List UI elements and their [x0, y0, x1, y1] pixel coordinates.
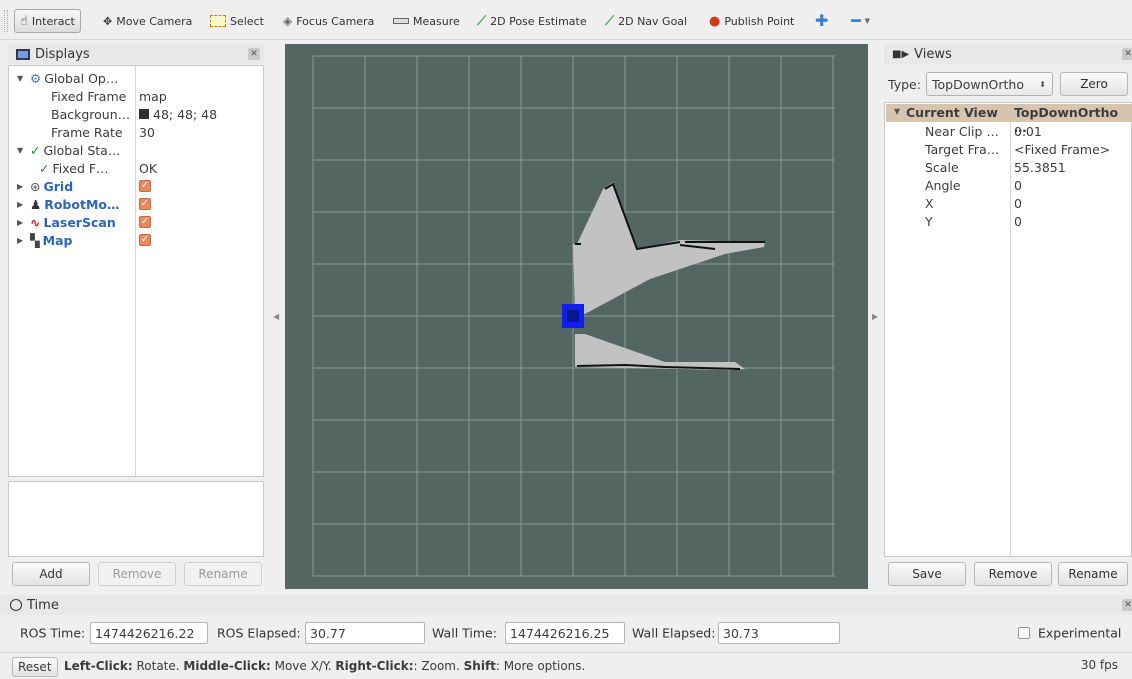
ros-elapsed-field[interactable]: 30.77 [305, 622, 425, 644]
laserscan-icon: ∿ [30, 214, 41, 230]
ruler-icon [393, 18, 409, 24]
spinner-arrows-icon: ⬍ [1039, 79, 1046, 89]
collapse-arrow-icon[interactable]: ▶ [17, 200, 27, 209]
minus-icon: ━ [851, 11, 861, 30]
experimental-checkbox[interactable] [1018, 627, 1030, 639]
time-panel-title: Time [0, 595, 1132, 615]
red-pin-icon: ● [709, 13, 721, 29]
displays-panel-title: Displays [8, 44, 264, 64]
displays-tree: ▼ ⚙ Global Op… Fixed Frame map Backgroun… [8, 65, 264, 477]
remove-display-button[interactable]: Remove [98, 562, 176, 586]
time-close-icon[interactable]: ✕ [1122, 599, 1132, 611]
remove-tool-button[interactable]: ━ ▼ [846, 9, 875, 33]
status-bar: Reset Left-Click: Rotate. Middle-Click: … [0, 652, 1132, 679]
monitor-icon [16, 48, 30, 60]
camera-icon: ■▶ [892, 48, 910, 60]
toolbar-grip[interactable] [4, 10, 8, 32]
grid-enabled-checkbox[interactable]: ✓ [139, 180, 151, 192]
laserscan-enabled-checkbox[interactable]: ✓ [139, 216, 151, 228]
experimental-label: Experimental [1038, 625, 1122, 641]
green-arrow-icon: ⟋ [605, 13, 615, 29]
robotmodel-enabled-checkbox[interactable]: ✓ [139, 198, 151, 210]
expand-arrow-icon[interactable]: ▼ [17, 146, 27, 155]
collapse-arrow-icon[interactable]: ▶ [17, 236, 27, 245]
add-tool-button[interactable]: ✚ [810, 9, 833, 33]
robot-model [562, 304, 584, 328]
3d-viewport[interactable] [285, 44, 868, 589]
focus-camera-icon: ◈ [283, 14, 293, 28]
views-close-icon[interactable]: ✕ [1122, 48, 1132, 60]
save-view-button[interactable]: Save [888, 562, 966, 586]
2d-nav-goal-tool-button[interactable]: ⟋ 2D Nav Goal [600, 9, 692, 33]
grid-icon: ⊛ [30, 178, 41, 194]
interact-tool-button[interactable]: ☝ Interact [14, 9, 81, 33]
wall-time-label: Wall Time: [432, 625, 497, 641]
zero-button[interactable]: Zero [1060, 72, 1128, 96]
reset-button[interactable]: Reset [12, 657, 58, 677]
checkmark-icon: ✓ [39, 160, 50, 176]
color-swatch [139, 109, 149, 119]
focus-camera-tool-button[interactable]: ◈ Focus Camera [278, 9, 379, 33]
left-splitter-arrow-icon[interactable]: ◀ [273, 312, 279, 321]
wall-elapsed-field[interactable]: 30.73 [718, 622, 840, 644]
2d-pose-estimate-tool-button[interactable]: ⟋ 2D Pose Estimate [472, 9, 592, 33]
views-panel-title: ■▶ Views [884, 44, 1132, 64]
wall-elapsed-label: Wall Elapsed: [632, 625, 716, 641]
dropdown-arrow-icon: ▼ [864, 16, 871, 25]
collapse-arrow-icon[interactable]: ▶ [17, 218, 27, 227]
expand-arrow-icon[interactable]: ▼ [894, 107, 900, 116]
views-tree: ▼ Current View TopDownOrtho … Near Clip … [884, 102, 1132, 557]
select-icon [210, 15, 226, 27]
display-description-box [8, 481, 264, 557]
displays-close-icon[interactable]: ✕ [248, 48, 260, 60]
robot-model-icon: ♟ [30, 196, 42, 212]
add-display-button[interactable]: Add [12, 562, 90, 586]
expand-arrow-icon[interactable]: ▼ [17, 74, 27, 83]
measure-tool-button[interactable]: Measure [388, 9, 465, 33]
ros-elapsed-label: ROS Elapsed: [217, 625, 301, 641]
hand-icon: ☝ [20, 13, 28, 29]
clock-icon [10, 599, 22, 611]
status-message: Left-Click: Rotate. Middle-Click: Move X… [64, 659, 586, 673]
publish-point-tool-button[interactable]: ● Publish Point [704, 9, 799, 33]
ros-time-label: ROS Time: [20, 625, 86, 641]
robot-inner [567, 310, 579, 322]
map-icon: ▚ [30, 232, 40, 248]
checkmark-icon: ✓ [30, 142, 41, 158]
wall-time-field[interactable]: 1474426216.25 [505, 622, 625, 644]
fps-counter: 30 fps [1080, 658, 1118, 672]
select-tool-button[interactable]: Select [205, 9, 269, 33]
viewport-canvas[interactable] [285, 44, 868, 589]
laser-scan-map [573, 182, 765, 370]
remove-view-button[interactable]: Remove [974, 562, 1052, 586]
move-camera-tool-button[interactable]: ✥ Move Camera [98, 9, 197, 33]
move-camera-icon: ✥ [103, 14, 113, 28]
ros-time-field[interactable]: 1474426216.22 [90, 622, 208, 644]
current-view-row[interactable]: ▼ Current View TopDownOrtho … [886, 104, 1132, 135]
view-type-label: Type: [888, 77, 921, 92]
collapse-arrow-icon[interactable]: ▶ [17, 182, 27, 191]
green-arrow-icon: ⟋ [477, 13, 487, 29]
plus-icon: ✚ [815, 11, 829, 30]
map-enabled-checkbox[interactable]: ✓ [139, 234, 151, 246]
right-splitter-arrow-icon[interactable]: ▶ [872, 312, 878, 321]
rename-display-button[interactable]: Rename [184, 562, 262, 586]
view-type-select[interactable]: TopDownOrtho ⬍ [926, 72, 1053, 96]
rename-view-button[interactable]: Rename [1058, 562, 1128, 586]
toolbar: ☝ Interact ✥ Move Camera Select ◈ Focus … [0, 0, 1132, 40]
gear-icon: ⚙ [30, 70, 42, 86]
